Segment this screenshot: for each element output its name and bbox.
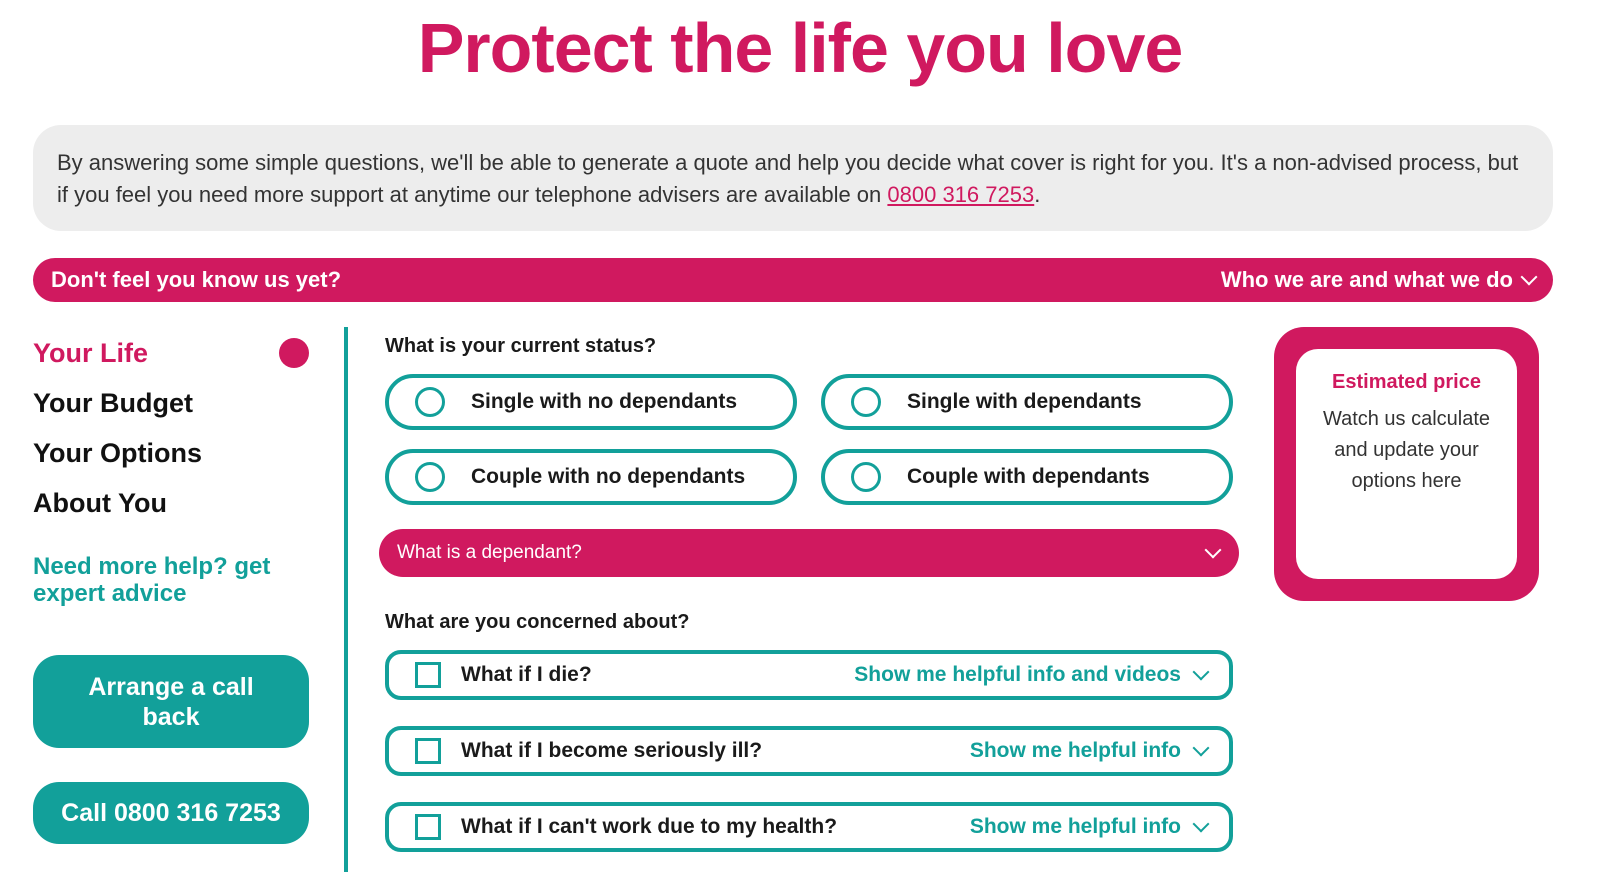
show-info-toggle[interactable]: Show me helpful info and videos: [854, 663, 1210, 687]
arrange-callback-button[interactable]: Arrange a call back: [33, 655, 309, 748]
option-label: Single with no dependants: [471, 390, 738, 413]
intro-phone-link[interactable]: 0800 316 7253: [887, 182, 1034, 207]
price-title: Estimated price: [1332, 371, 1481, 393]
status-option-single-no-dependants[interactable]: Single with no dependants: [385, 374, 797, 430]
status-question: What is your current status?: [385, 335, 657, 357]
intro-end: .: [1034, 182, 1041, 207]
radio-icon: [415, 387, 445, 417]
radio-icon: [851, 387, 881, 417]
status-option-couple-with-dependants[interactable]: Couple with dependants: [821, 449, 1233, 505]
price-text: Watch us calculate and update your optio…: [1322, 408, 1491, 492]
chevron-down-icon: [1192, 815, 1210, 833]
what-is-dependant-toggle[interactable]: What is a dependant?: [379, 529, 1239, 577]
help-text: Need more help? get expert advice: [33, 553, 271, 607]
step-label: About You: [33, 487, 167, 518]
chevron-down-icon: [1204, 541, 1222, 559]
know-us-label: Don't feel you know us yet?: [51, 267, 342, 292]
chevron-down-icon: [1192, 739, 1210, 757]
who-we-are-toggle[interactable]: Who we are and what we do: [1220, 267, 1538, 293]
step-label: Your Budget: [33, 387, 193, 418]
option-label: Couple with no dependants: [471, 465, 746, 488]
estimated-price-card: Estimated price Watch us calculate and u…: [1274, 327, 1539, 601]
concern-item-die: What if I die? Show me helpful info and …: [385, 650, 1233, 700]
status-option-single-with-dependants[interactable]: Single with dependants: [821, 374, 1233, 430]
estimated-price-inner: Estimated price Watch us calculate and u…: [1296, 349, 1517, 579]
progress-steps: Your Life Your Budget Your Options About…: [33, 328, 323, 528]
info-label: Show me helpful info and videos: [854, 663, 1181, 686]
active-step-dot-icon: [279, 338, 309, 368]
concern-label: What if I can't work due to my health?: [461, 815, 838, 838]
step-label: Your Life: [33, 337, 149, 368]
show-info-toggle[interactable]: Show me helpful info: [969, 739, 1210, 763]
checkbox[interactable]: [415, 738, 441, 764]
chevron-down-icon: [1520, 268, 1538, 286]
step-about-you[interactable]: About You: [33, 478, 323, 528]
know-us-bar: Don't feel you know us yet? Who we are a…: [33, 258, 1553, 302]
chevron-down-icon: [1192, 663, 1210, 681]
step-your-budget[interactable]: Your Budget: [33, 378, 323, 428]
intro-panel: By answering some simple questions, we'l…: [33, 125, 1553, 231]
step-your-life[interactable]: Your Life: [33, 328, 323, 378]
checkbox[interactable]: [415, 662, 441, 688]
dependant-toggle-label: What is a dependant?: [397, 542, 582, 563]
concerns-question: What are you concerned about?: [385, 611, 690, 633]
intro-text: By answering some simple questions, we'l…: [57, 150, 1519, 207]
checkbox[interactable]: [415, 814, 441, 840]
concern-label: What if I become seriously ill?: [461, 739, 763, 762]
show-info-toggle[interactable]: Show me helpful info: [969, 815, 1210, 839]
info-label: Show me helpful info: [969, 815, 1181, 838]
vertical-divider: [344, 327, 348, 872]
option-label: Couple with dependants: [907, 465, 1150, 488]
radio-icon: [851, 462, 881, 492]
concern-label: What if I die?: [461, 663, 592, 686]
concern-item-cant-work: What if I can't work due to my health? S…: [385, 802, 1233, 852]
call-button[interactable]: Call 0800 316 7253: [33, 782, 309, 844]
step-your-options[interactable]: Your Options: [33, 428, 323, 478]
concern-item-seriously-ill: What if I become seriously ill? Show me …: [385, 726, 1233, 776]
page-title: Protect the life you love: [417, 9, 1184, 87]
info-label: Show me helpful info: [969, 739, 1181, 762]
status-option-couple-no-dependants[interactable]: Couple with no dependants: [385, 449, 797, 505]
option-label: Single with dependants: [907, 390, 1142, 413]
step-label: Your Options: [33, 437, 202, 468]
who-we-are-label: Who we are and what we do: [1220, 267, 1513, 292]
radio-icon: [415, 462, 445, 492]
